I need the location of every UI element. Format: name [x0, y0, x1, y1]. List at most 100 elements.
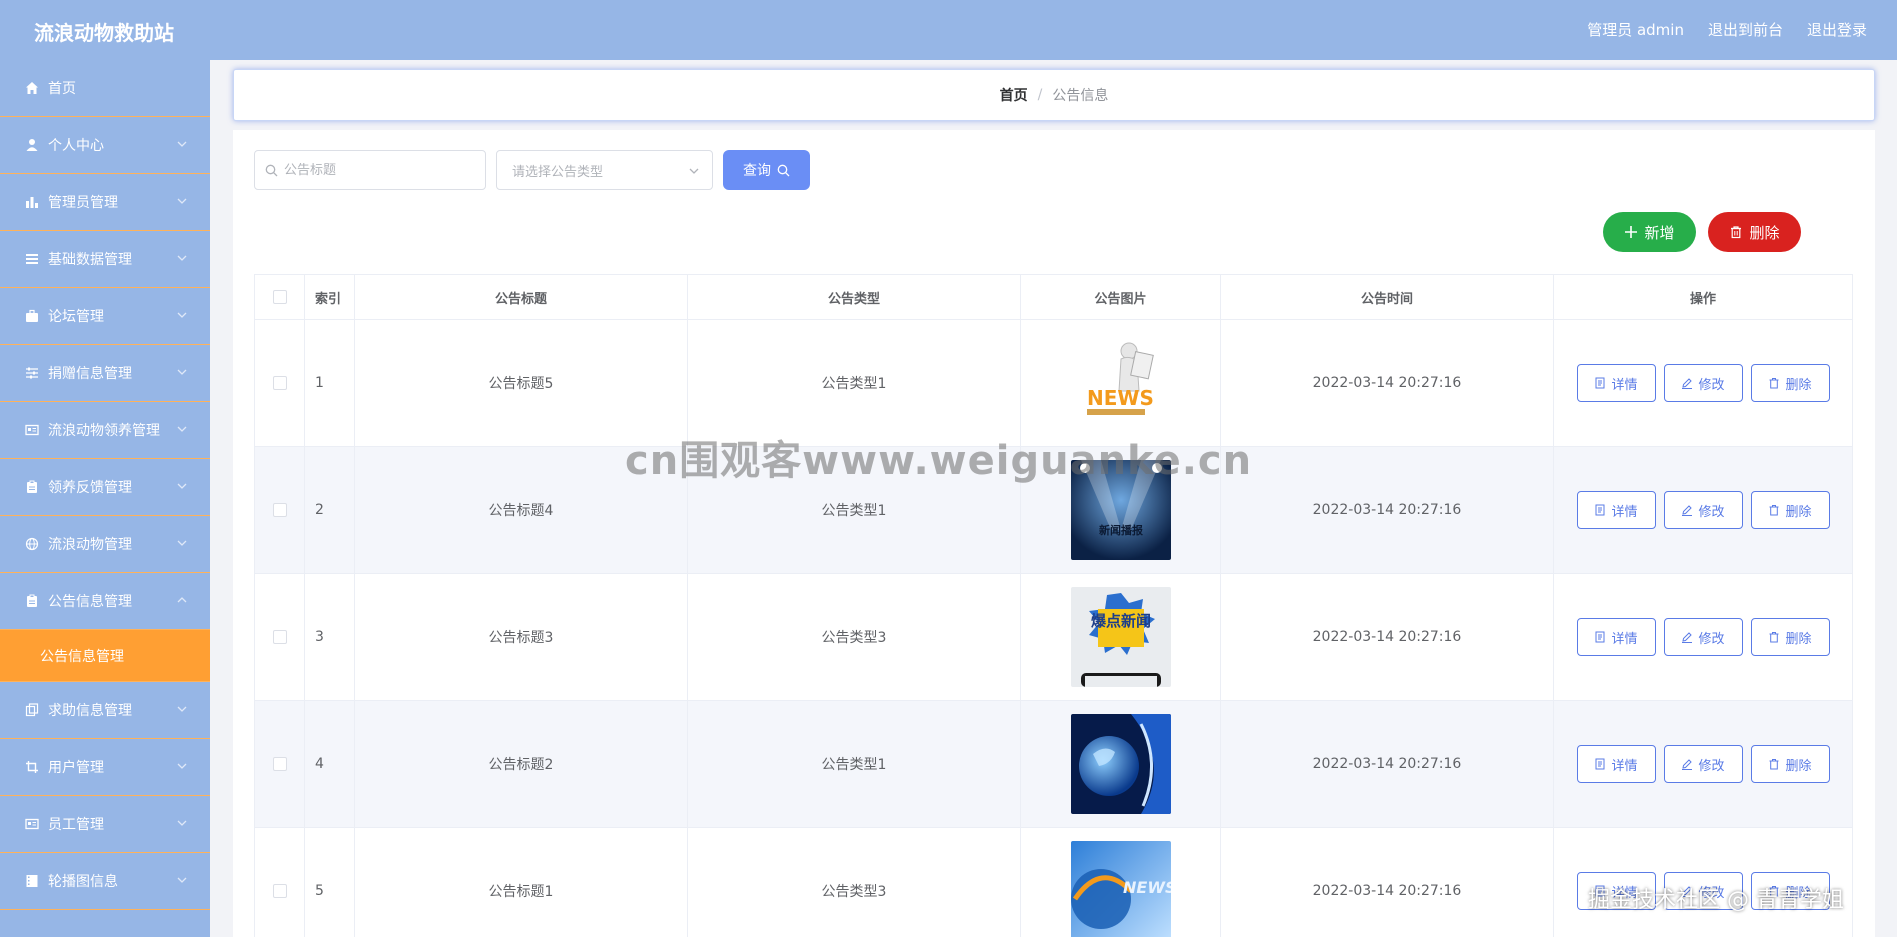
- detail-button[interactable]: 详情: [1576, 364, 1656, 402]
- notice-image[interactable]: NEWS: [1070, 333, 1171, 433]
- chevron-down-icon: [177, 255, 187, 261]
- row-checkbox[interactable]: [272, 630, 287, 644]
- column-header: 公告时间: [1221, 275, 1554, 319]
- delete-button-label: 删除: [1785, 631, 1812, 647]
- detail-button[interactable]: 详情: [1576, 618, 1656, 656]
- edit-icon: [1682, 759, 1693, 770]
- notice-image[interactable]: NEWS: [1070, 841, 1171, 937]
- chevron-down-icon: [177, 141, 187, 147]
- chevron-down-icon: [177, 877, 187, 883]
- detail-button-label: 详情: [1611, 504, 1638, 520]
- edit-button[interactable]: 修改: [1663, 745, 1743, 783]
- edit-button[interactable]: 修改: [1663, 618, 1743, 656]
- chevron-down-icon: [689, 168, 699, 174]
- sidebar-item-stray-animals[interactable]: 流浪动物管理: [0, 516, 210, 573]
- sidebar-item-label: 论坛管理: [48, 309, 104, 325]
- film-icon: [24, 873, 40, 889]
- sidebar-item-donation[interactable]: 捐赠信息管理: [0, 345, 210, 402]
- breadcrumb-home[interactable]: 首页: [1000, 85, 1028, 105]
- chevron-up-icon: [177, 597, 187, 603]
- sidebar-item-home[interactable]: 首页: [0, 60, 210, 117]
- row-checkbox[interactable]: [272, 503, 287, 517]
- bulk-delete-button-label: 删除: [1749, 223, 1780, 242]
- edit-button-label: 修改: [1698, 631, 1725, 647]
- sidebar-item-label: 个人中心: [48, 138, 104, 154]
- edit-button-label: 修改: [1698, 377, 1725, 393]
- sidebar-item-admin-management[interactable]: 管理员管理: [0, 174, 210, 231]
- row-checkbox[interactable]: [272, 757, 287, 771]
- image-caption: 新闻播报: [1099, 523, 1144, 537]
- sidebar-item-forum[interactable]: 论坛管理: [0, 288, 210, 345]
- edit-icon: [1682, 632, 1693, 643]
- sidebar-item-label: 领养反馈管理: [48, 480, 132, 496]
- sidebar-item-help-requests[interactable]: 求助信息管理: [0, 682, 210, 739]
- sidebar-item-label: 流浪动物管理: [48, 537, 132, 553]
- delete-button[interactable]: 删除: [1750, 745, 1830, 783]
- detail-button[interactable]: 详情: [1576, 745, 1656, 783]
- sidebar-item-basic-data[interactable]: 基础数据管理: [0, 231, 210, 288]
- sidebar-item-personal-center[interactable]: 个人中心: [0, 117, 210, 174]
- crop-icon: [24, 759, 40, 775]
- trash-icon: [1769, 632, 1779, 643]
- row-checkbox[interactable]: [272, 376, 287, 390]
- trash-icon: [1769, 378, 1779, 389]
- row-time: 2022-03-14 20:27:16: [1221, 574, 1554, 700]
- notice-image[interactable]: 爆点新闻: [1070, 587, 1171, 687]
- logout-link[interactable]: 退出登录: [1807, 19, 1867, 40]
- watermark: cn围观客www.weiguanke.cn: [625, 438, 1253, 484]
- notice-title-input[interactable]: [284, 162, 464, 178]
- sidebar-item-label: 捐赠信息管理: [48, 366, 132, 382]
- edit-button-label: 修改: [1698, 504, 1725, 520]
- delete-button[interactable]: 删除: [1750, 364, 1830, 402]
- admin-user-link[interactable]: 管理员 admin: [1587, 19, 1684, 40]
- sidebar-item-label: 公告信息管理: [48, 594, 132, 610]
- news-logo-text: NEWS: [1123, 878, 1171, 897]
- select-all-checkbox[interactable]: [272, 290, 287, 304]
- sidebar-item-adoption-feedback[interactable]: 领养反馈管理: [0, 459, 210, 516]
- detail-button-label: 详情: [1611, 377, 1638, 393]
- query-button[interactable]: 查询: [723, 150, 810, 190]
- table-header: 索引 公告标题 公告类型 公告图片 公告时间 操作: [255, 275, 1852, 320]
- id-card-icon: [24, 422, 40, 438]
- footer-watermark: 掘金技术社区 @ 青青学姐: [1588, 888, 1844, 913]
- sidebar-subitem-notice-management[interactable]: 公告信息管理: [0, 630, 210, 682]
- notice-image[interactable]: [1070, 714, 1171, 814]
- row-title: 公告标题1: [355, 828, 688, 937]
- notice-title-search[interactable]: [254, 150, 486, 190]
- edit-button[interactable]: 修改: [1663, 364, 1743, 402]
- bulk-delete-button[interactable]: 删除: [1708, 212, 1801, 252]
- sidebar-item-adoption[interactable]: 流浪动物领养管理: [0, 402, 210, 459]
- sidebar-item-users[interactable]: 用户管理: [0, 739, 210, 796]
- row-type: 公告类型3: [688, 574, 1021, 700]
- delete-button-label: 删除: [1785, 758, 1812, 774]
- row-index: 4: [305, 701, 355, 827]
- chevron-down-icon: [177, 369, 187, 375]
- news-logo-text: NEWS: [1087, 386, 1154, 410]
- add-button[interactable]: 新增: [1603, 212, 1696, 252]
- column-header: 公告标题: [355, 275, 688, 319]
- detail-button[interactable]: 详情: [1576, 491, 1656, 529]
- detail-button-label: 详情: [1611, 758, 1638, 774]
- sidebar-item-carousel[interactable]: 轮播图信息: [0, 853, 210, 910]
- column-header: 操作: [1689, 291, 1716, 307]
- column-header: 公告类型: [688, 275, 1021, 319]
- sidebar-item-notice-management[interactable]: 公告信息管理: [0, 573, 210, 630]
- row-checkbox[interactable]: [272, 884, 287, 898]
- app-title: 流浪动物救助站: [34, 21, 174, 45]
- breadcrumb-separator: /: [1037, 87, 1043, 103]
- sidebar-item-label: 基础数据管理: [48, 252, 132, 268]
- notice-type-select[interactable]: 请选择公告类型: [496, 150, 713, 190]
- sidebar-item-staff[interactable]: 员工管理: [0, 796, 210, 853]
- sidebar-item-label: 轮播图信息: [48, 874, 118, 890]
- delete-button[interactable]: 删除: [1750, 491, 1830, 529]
- sidebar: 首页 个人中心 管理员管理 基础数据管理 论坛管理 捐赠信息管理 流浪动物领养管…: [0, 60, 210, 937]
- notice-table: 索引 公告标题 公告类型 公告图片 公告时间 操作 1 公告标题5 公告类型1 …: [254, 274, 1853, 937]
- delete-button[interactable]: 删除: [1750, 618, 1830, 656]
- row-time: 2022-03-14 20:27:16: [1221, 447, 1554, 573]
- sidebar-item-label: 员工管理: [48, 817, 104, 833]
- sidebar-item-label: 用户管理: [48, 760, 104, 776]
- edit-button[interactable]: 修改: [1663, 491, 1743, 529]
- add-button-label: 新增: [1644, 223, 1675, 242]
- exit-to-frontend-link[interactable]: 退出到前台: [1708, 19, 1783, 40]
- column-header: 索引: [305, 275, 355, 319]
